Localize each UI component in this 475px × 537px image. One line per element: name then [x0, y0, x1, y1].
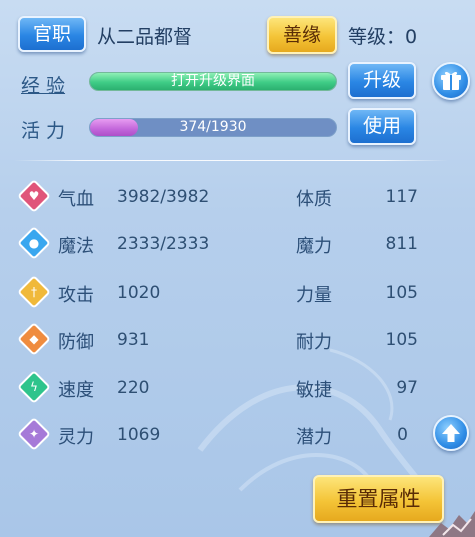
upgrade-button[interactable]: 升级 — [348, 62, 416, 99]
stat-value: 3982/3982 — [117, 187, 210, 207]
scroll-up-button[interactable] — [433, 415, 469, 451]
vitality-label: 活 力 — [21, 120, 66, 142]
stat-value: 1069 — [117, 425, 161, 445]
attribute-value: 97 — [396, 378, 418, 398]
official-rank-button[interactable]: 官职 — [18, 16, 86, 52]
character-attributes-panel: 官职 从二品都督 善缘 等级：0 经 验 打开升级界面 升级 活 力 374/1… — [0, 0, 475, 537]
attribute-value: 0 — [397, 425, 408, 445]
attribute-name: 敏捷 — [296, 380, 332, 401]
shield-icon: ◆ — [17, 322, 51, 356]
attribute-name: 潜力 — [296, 427, 332, 448]
attribute-value: 117 — [385, 187, 418, 207]
bolt-icon: ϟ — [17, 370, 51, 404]
attribute-value: 105 — [385, 330, 418, 350]
stat-name: 魔法 — [58, 236, 94, 257]
corner-ornament — [429, 511, 475, 537]
experience-bar-text: 打开升级界面 — [171, 73, 255, 89]
attribute-name: 耐力 — [296, 332, 332, 353]
rank-title: 从二品都督 — [97, 26, 193, 48]
spirit-icon: ✦ — [17, 417, 51, 451]
vitality-bar-text: 374/1930 — [179, 119, 247, 135]
experience-label: 经 验 — [21, 75, 66, 97]
stat-name: 防御 — [58, 332, 94, 353]
stat-name: 攻击 — [58, 285, 94, 306]
stat-name: 速度 — [58, 380, 94, 401]
stat-value: 931 — [117, 330, 150, 350]
level-label: 等级：0 — [348, 26, 418, 48]
use-button[interactable]: 使用 — [348, 108, 416, 145]
mana-icon: ● — [17, 226, 51, 260]
stat-value: 2333/2333 — [117, 234, 210, 254]
experience-bar[interactable]: 打开升级界面 — [89, 72, 337, 91]
gift-button[interactable] — [432, 62, 470, 100]
stat-name: 灵力 — [58, 427, 94, 448]
stat-value: 1020 — [117, 283, 161, 303]
karma-button[interactable]: 善缘 — [267, 16, 337, 54]
vitality-bar: 374/1930 — [89, 118, 337, 137]
attribute-name: 魔力 — [296, 236, 332, 257]
sword-icon: † — [17, 275, 51, 309]
arrow-up-icon — [442, 424, 460, 442]
attribute-name: 体质 — [296, 189, 332, 210]
stat-value: 220 — [117, 378, 150, 398]
section-divider — [14, 160, 448, 161]
stat-name: 气血 — [58, 189, 94, 210]
heart-icon: ♥ — [17, 179, 51, 213]
gift-icon — [441, 71, 461, 90]
attribute-name: 力量 — [296, 285, 332, 306]
attribute-value: 811 — [385, 234, 418, 254]
attribute-value: 105 — [385, 283, 418, 303]
